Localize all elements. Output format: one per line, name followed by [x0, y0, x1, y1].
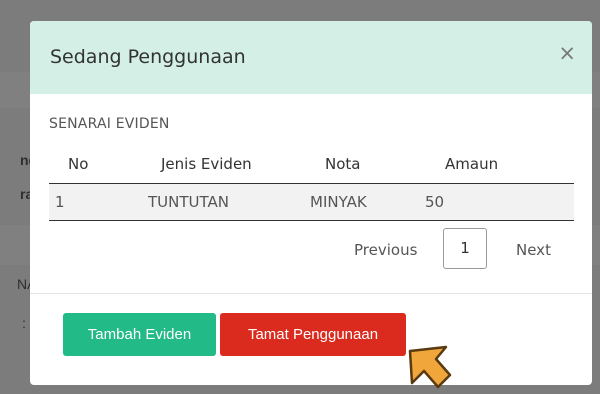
cursor-arrow-icon: [408, 345, 452, 389]
modal-dialog: Sedang Penggunaan × SENARAI EVIDEN No Je…: [30, 21, 592, 385]
modal-title: Sedang Penggunaan: [50, 46, 246, 68]
cell-no: 1: [55, 193, 65, 211]
pagination-previous[interactable]: Previous: [354, 241, 417, 259]
footer-divider: [30, 293, 592, 294]
cell-nota: MINYAK: [310, 193, 367, 211]
column-header-amaun[interactable]: Amaun: [445, 155, 498, 173]
cell-jenis-eviden: TUNTUTAN: [148, 193, 229, 211]
table-row[interactable]: 1 TUNTUTAN MINYAK 50: [49, 184, 574, 221]
close-icon[interactable]: ×: [558, 43, 576, 64]
column-header-jenis-eviden[interactable]: Jenis Eviden: [161, 155, 252, 173]
add-evidence-button[interactable]: Tambah Eviden: [63, 313, 216, 356]
modal-header: Sedang Penggunaan ×: [30, 21, 592, 94]
section-label: SENARAI EVIDEN: [49, 116, 170, 132]
pagination-page[interactable]: 1: [443, 228, 487, 269]
pagination-next[interactable]: Next: [516, 241, 551, 259]
column-header-nota[interactable]: Nota: [325, 155, 360, 173]
background-text-fragment: :: [22, 315, 26, 331]
column-header-no[interactable]: No: [68, 155, 88, 173]
table-header: No Jenis Eviden Nota Amaun: [49, 146, 574, 184]
cell-amaun: 50: [425, 193, 445, 211]
end-usage-button[interactable]: Tamat Penggunaan: [220, 313, 406, 356]
